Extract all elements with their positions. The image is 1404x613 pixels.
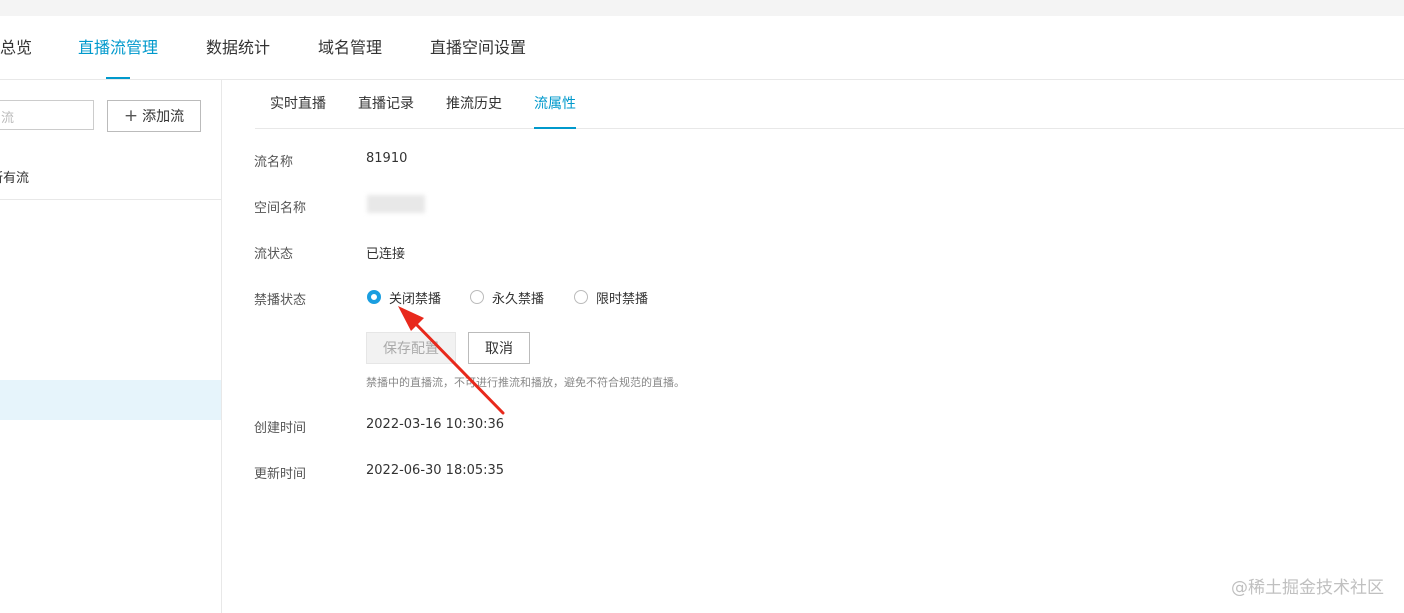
top-strip: [0, 0, 1404, 16]
created-time-value: 2022-03-16 10:30:36: [366, 417, 505, 432]
top-nav: 总览 直播流管理 数据统计 域名管理 直播空间设置: [0, 16, 1404, 80]
save-config-button[interactable]: 保存配置: [366, 332, 456, 364]
radio-ban-off[interactable]: 关闭禁播: [367, 289, 442, 307]
cancel-button[interactable]: 取消: [468, 332, 530, 364]
radio-ban-timed-label: 限时禁播: [596, 291, 649, 307]
add-stream-button[interactable]: + 添加流: [107, 100, 201, 132]
nav-tab-stream-management[interactable]: 直播流管理: [78, 16, 158, 79]
nav-tab-space-settings[interactable]: 直播空间设置: [430, 16, 526, 79]
radio-ban-permanent-label: 永久禁播: [492, 291, 545, 307]
search-placeholder: 流: [1, 111, 15, 126]
radio-ban-off-label: 关闭禁播: [389, 291, 442, 307]
nav-tab-statistics[interactable]: 数据统计: [206, 16, 270, 79]
plus-icon: +: [123, 105, 139, 126]
tab-push-history[interactable]: 推流历史: [446, 80, 502, 128]
updated-time-value: 2022-06-30 18:05:35: [366, 463, 505, 478]
stream-filter[interactable]: 所有流: [0, 167, 29, 186]
radio-checked-icon: [367, 290, 381, 304]
created-time-label: 创建时间: [254, 421, 307, 436]
radio-unchecked-icon: [574, 290, 588, 304]
save-config-label: 保存配置: [383, 341, 439, 357]
space-name-value-redacted: [367, 195, 425, 213]
space-name-label: 空间名称: [254, 201, 307, 216]
nav-tab-overview[interactable]: 总览: [0, 16, 32, 79]
cancel-label: 取消: [485, 341, 513, 357]
updated-time-label: 更新时间: [254, 467, 307, 482]
stream-name-label: 流名称: [254, 155, 294, 170]
ban-status-label: 禁播状态: [254, 293, 307, 308]
stream-name-value: 81910: [366, 151, 408, 166]
stream-status-value: 已连接: [366, 247, 406, 262]
left-divider: [0, 199, 221, 200]
tab-live[interactable]: 实时直播: [270, 80, 326, 128]
add-stream-label: 添加流: [142, 109, 185, 125]
watermark: @稀土掘金技术社区: [1231, 578, 1384, 598]
stream-filter-label: 所有流: [0, 171, 30, 186]
radio-unchecked-icon: [470, 290, 484, 304]
selected-stream-row[interactable]: [0, 380, 221, 420]
tab-live-records[interactable]: 直播记录: [358, 80, 414, 128]
radio-ban-permanent[interactable]: 永久禁播: [470, 289, 545, 307]
ban-hint-text: 禁播中的直播流，不可进行推流和播放，避免不符合规范的直播。: [366, 376, 685, 389]
left-panel: 流 + 添加流 所有流: [0, 80, 222, 613]
tab-stream-properties[interactable]: 流属性: [534, 80, 576, 129]
nav-tab-domain-management[interactable]: 域名管理: [318, 16, 382, 79]
stream-search-input[interactable]: 流: [0, 100, 94, 130]
radio-ban-timed[interactable]: 限时禁播: [574, 289, 649, 307]
sub-tabs: 实时直播 直播记录 推流历史 流属性: [255, 80, 1404, 129]
stream-status-label: 流状态: [254, 247, 294, 262]
